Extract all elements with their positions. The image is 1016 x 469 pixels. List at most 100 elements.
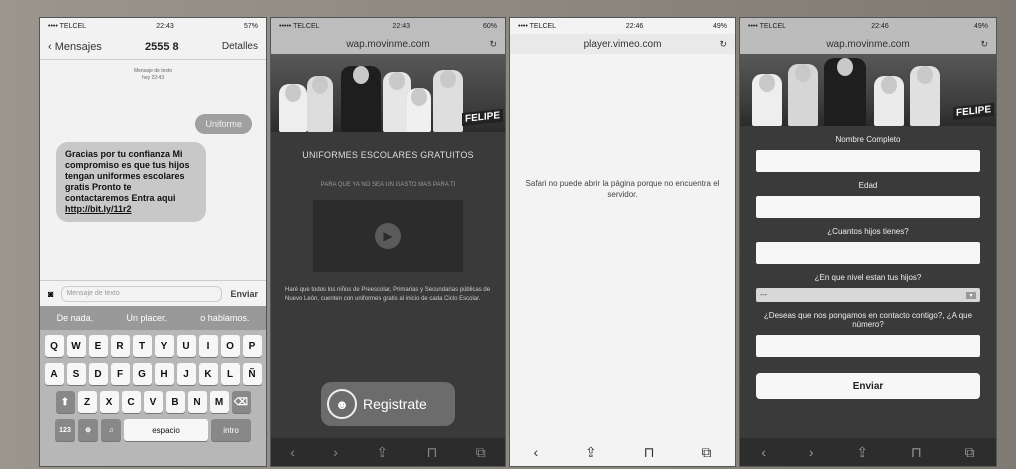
key[interactable]: F [110,363,130,385]
name-label: Nombre Completo [835,135,901,144]
key[interactable]: O [220,335,240,357]
key[interactable]: T [132,335,152,357]
globe-icon[interactable]: ⊕ [78,419,98,441]
key[interactable]: U [176,335,196,357]
reload-icon[interactable]: ↻ [489,39,497,50]
back-button[interactable]: ‹ Mensajes [48,41,102,53]
photo-figure [433,70,463,132]
key[interactable]: D [88,363,108,385]
message-timestamp: Mensaje de texto hoy 22:43 [133,68,173,81]
photo-figure [279,84,307,132]
tabs-icon[interactable]: ⧉ [965,444,975,461]
key[interactable]: P [242,335,262,357]
key[interactable]: Q [44,335,64,357]
back-icon[interactable]: ‹ [761,444,766,460]
message-link[interactable]: http://bit.ly/11r2 [65,204,132,214]
photo-figure [824,58,866,126]
video-player[interactable]: ▶ [313,200,463,272]
bookmarks-icon[interactable]: ⊓ [644,444,655,461]
compose-bar: ◙ Mensaje de texto Enviar [40,280,266,306]
tabs-icon[interactable]: ⧉ [476,444,486,461]
numbers-key[interactable]: 123 [55,419,75,441]
key[interactable]: X [99,391,119,413]
details-button[interactable]: Detalles [222,41,258,52]
key[interactable]: L [220,363,240,385]
key[interactable]: J [176,363,196,385]
status-bar: •••• TELCEL 22:46 49% [510,18,735,34]
key[interactable]: G [132,363,152,385]
key[interactable]: S [66,363,86,385]
carrier-label: •••• TELCEL [48,22,87,30]
key[interactable]: V [143,391,163,413]
address-bar[interactable]: player.vimeo.com ↻ [510,34,735,54]
key[interactable]: E [88,335,108,357]
received-message-bubble: Gracias por tu confianza Mi compromiso e… [56,142,206,222]
key[interactable]: M [209,391,229,413]
status-bar: ••••• TELCEL 22:43 60% [271,18,505,34]
photo-figure [788,64,818,126]
status-bar: •••• TELCEL 22:43 57% [40,18,266,34]
browser-toolbar: ‹ › ⇪ ⊓ ⧉ [271,438,505,466]
key[interactable]: Ñ [242,363,262,385]
space-key[interactable]: espacio [124,419,208,441]
bookmarks-icon[interactable]: ⊓ [911,444,922,461]
back-icon[interactable]: ‹ [290,444,295,460]
banner-name: FELIPE [461,108,503,127]
age-field[interactable] [756,196,980,218]
landing-content: UNIFORMES ESCOLARES GRATUITOS PARA QUE Y… [271,132,505,454]
key[interactable]: Y [154,335,174,357]
suggestion[interactable]: o hablamos. [200,313,249,323]
message-input[interactable]: Mensaje de texto [61,285,223,302]
key[interactable]: A [44,363,64,385]
forward-icon[interactable]: › [809,444,814,460]
key[interactable]: K [198,363,218,385]
name-field[interactable] [756,150,980,172]
return-key[interactable]: intro [211,419,251,441]
bookmarks-icon[interactable]: ⊓ [426,444,437,461]
key[interactable]: H [154,363,174,385]
browser-toolbar: ‹ ⇪ ⊓ ⧉ [510,438,735,466]
carrier-label: ••••• TELCEL [279,22,320,30]
reload-icon[interactable]: ↻ [719,39,727,50]
register-label: Registrate [363,396,427,412]
contact-number-field[interactable] [756,335,980,357]
address-bar[interactable]: wap.movinme.com ↻ [271,34,505,54]
key[interactable]: B [165,391,185,413]
key[interactable]: Z [77,391,97,413]
key[interactable]: N [187,391,207,413]
backspace-key[interactable]: ⌫ [231,391,251,413]
key[interactable]: R [110,335,130,357]
photo-figure [341,66,381,132]
keyboard: De nada. Un placer. o hablamos. QWERTYUI… [40,306,266,466]
share-icon[interactable]: ⇪ [585,444,597,461]
share-icon[interactable]: ⇪ [376,444,388,461]
submit-button[interactable]: Enviar [756,373,980,399]
register-button[interactable]: ☻ Registrate [321,382,455,426]
url-text: wap.movinme.com [826,38,910,50]
campaign-paragraph: Haré que todos los niños de Preescolar, … [285,287,491,302]
shift-key[interactable]: ⬆ [55,391,75,413]
suggestion[interactable]: De nada. [57,313,94,323]
tabs-icon[interactable]: ⧉ [702,444,712,461]
key[interactable]: C [121,391,141,413]
browser-toolbar: ‹ › ⇪ ⊓ ⧉ [740,438,996,466]
sent-message-bubble: Uniforme [195,114,252,134]
phone-landing-screen: ••••• TELCEL 22:43 60% wap.movinme.com ↻… [271,18,505,466]
forward-icon[interactable]: › [333,444,338,460]
url-text: wap.movinme.com [346,38,430,50]
camera-icon[interactable]: ◙ [48,289,53,299]
microphone-icon[interactable]: ♫ [101,419,121,441]
predictive-bar: De nada. Un placer. o hablamos. [40,306,266,330]
school-level-select[interactable]: --- ▾ [756,288,980,302]
share-icon[interactable]: ⇪ [856,444,868,461]
back-icon[interactable]: ‹ [533,444,538,460]
suggestion[interactable]: Un placer. [126,313,167,323]
key[interactable]: I [198,335,218,357]
key[interactable]: W [66,335,86,357]
reload-icon[interactable]: ↻ [980,39,988,50]
send-button[interactable]: Enviar [230,289,258,299]
address-bar[interactable]: wap.movinme.com ↻ [740,34,996,54]
phone-form-screen: •••• TELCEL 22:46 49% wap.movinme.com ↻ … [740,18,996,466]
children-count-field[interactable] [756,242,980,264]
play-icon[interactable]: ▶ [375,223,401,249]
